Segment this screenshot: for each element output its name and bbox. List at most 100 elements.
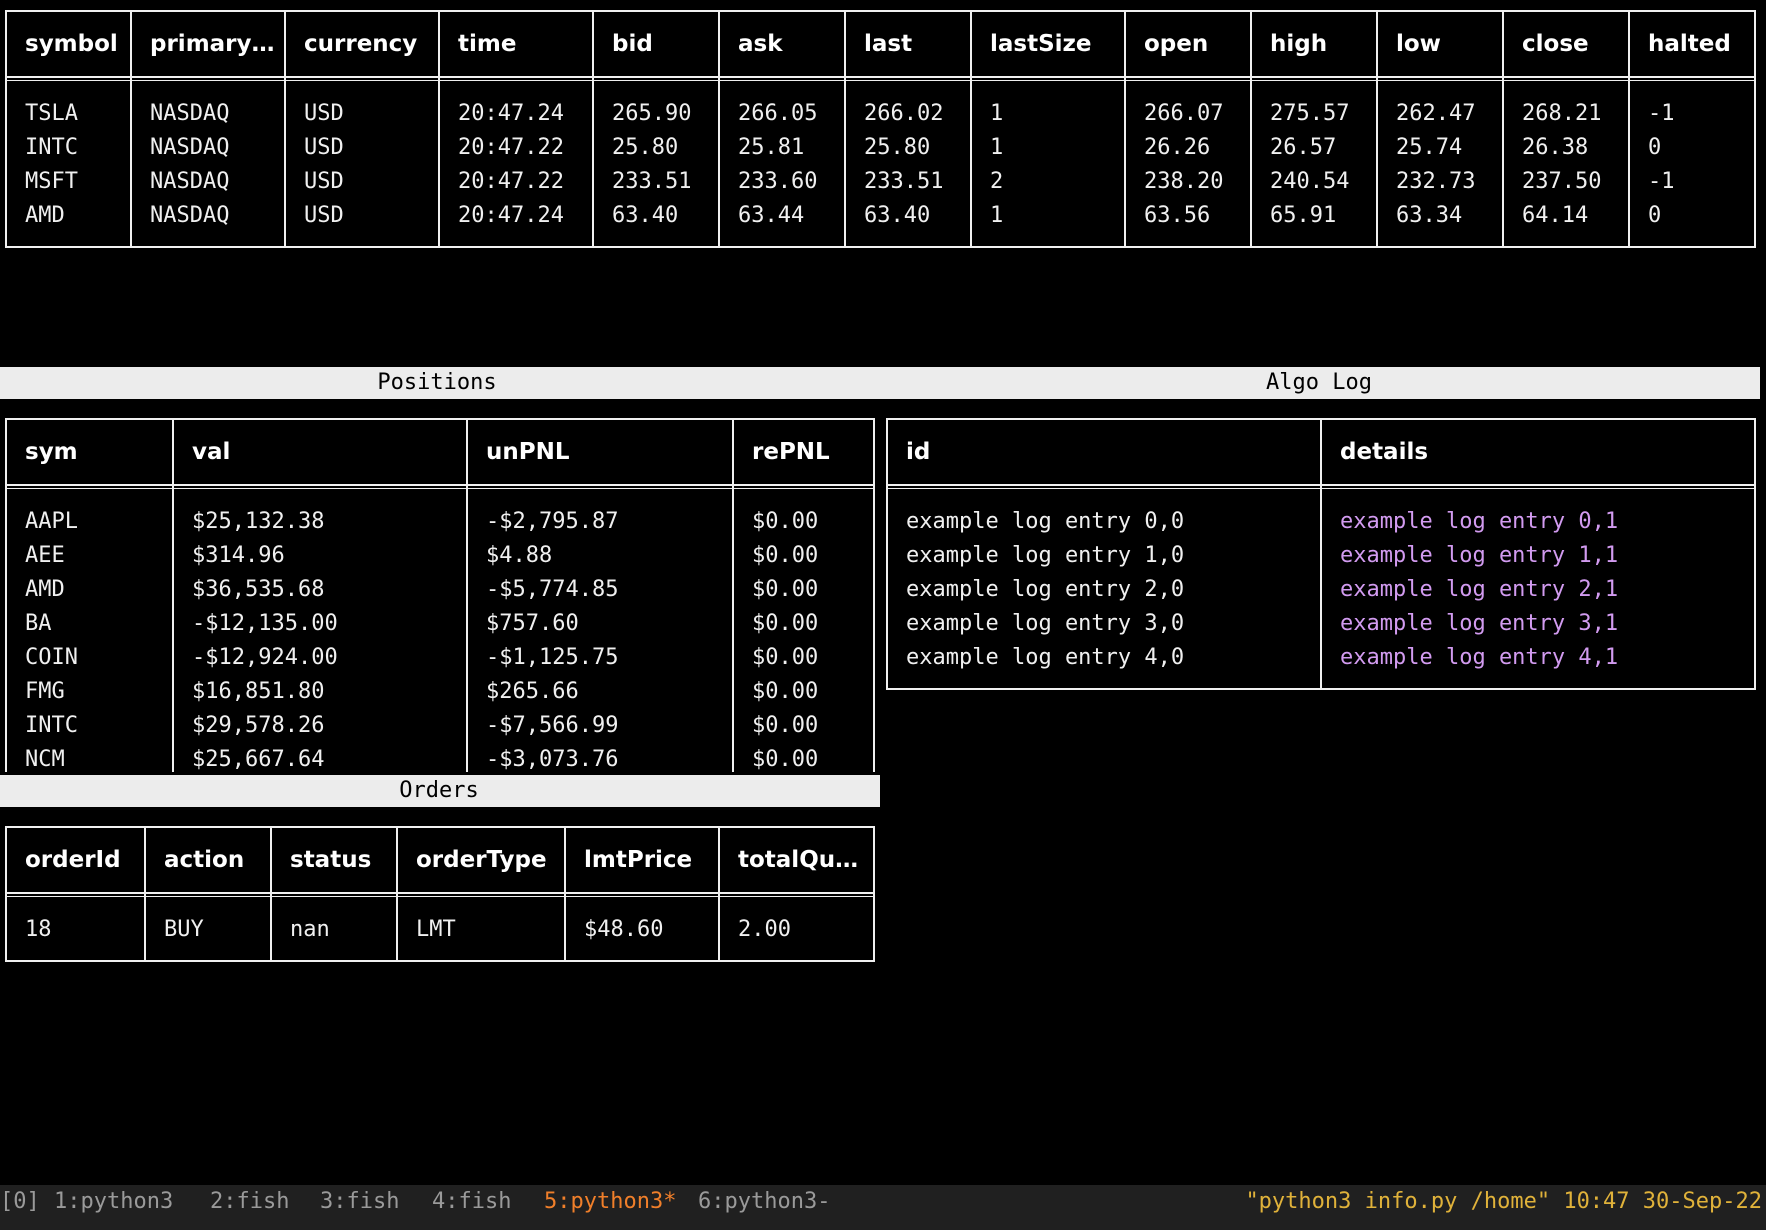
table-cell: 25.80 <box>864 135 931 160</box>
header-separator-inner <box>5 896 875 897</box>
table-cell: COIN <box>25 645 78 670</box>
table-cell: INTC <box>25 713 78 738</box>
column-divider <box>1502 10 1504 248</box>
column-header: halted <box>1648 31 1731 57</box>
table-cell: $0.00 <box>752 679 819 704</box>
table-cell: 266.02 <box>864 101 944 126</box>
table-cell: 1 <box>990 101 1004 126</box>
column-divider <box>172 418 174 772</box>
positions-title: Positions <box>0 367 880 399</box>
column-divider <box>1250 10 1252 248</box>
table-cell: NASDAQ <box>150 101 230 126</box>
table-cell: $36,535.68 <box>192 577 325 602</box>
table-cell: 262.47 <box>1396 101 1476 126</box>
table-cell: $25,132.38 <box>192 509 325 534</box>
table-cell: 232.73 <box>1396 169 1476 194</box>
bottom-border <box>5 960 875 962</box>
table-cell: 20:47.22 <box>458 169 564 194</box>
column-header: last <box>864 31 913 57</box>
tmux-window-tab[interactable]: 1:python3 <box>54 1185 173 1219</box>
table-cell: NASDAQ <box>150 203 230 228</box>
table-cell: USD <box>304 203 344 228</box>
table-cell: FMG <box>25 679 65 704</box>
tmux-window-tab[interactable]: 4:fish <box>432 1185 511 1219</box>
table-cell: -$3,073.76 <box>486 747 619 772</box>
positions-title-text: Positions <box>377 370 497 395</box>
column-divider <box>592 10 594 248</box>
table-cell: $29,578.26 <box>192 713 325 738</box>
column-header: unPNL <box>486 439 570 465</box>
table-cell: $265.66 <box>486 679 579 704</box>
top-border <box>5 826 875 828</box>
table-cell: 2.00 <box>738 917 791 942</box>
table-cell: INTC <box>25 135 78 160</box>
table-cell: TSLA <box>25 101 78 126</box>
table-cell: $0.00 <box>752 747 819 772</box>
header-separator <box>5 892 875 894</box>
table-cell: 268.21 <box>1522 101 1602 126</box>
column-divider <box>130 10 132 248</box>
header-separator <box>5 484 875 486</box>
table-cell: 2 <box>990 169 1004 194</box>
table-cell: example log entry 2,1 <box>1340 577 1619 602</box>
table-cell: 0 <box>1648 135 1662 160</box>
table-cell: 20:47.24 <box>458 203 564 228</box>
column-divider <box>466 418 468 772</box>
tmux-window-tab[interactable]: 5:python3* <box>544 1185 676 1219</box>
column-divider <box>5 10 7 248</box>
table-cell: $16,851.80 <box>192 679 325 704</box>
column-divider <box>5 418 7 772</box>
table-cell: 233.51 <box>864 169 944 194</box>
column-header: currency <box>304 31 418 57</box>
table-cell: $0.00 <box>752 577 819 602</box>
column-divider <box>873 826 875 962</box>
table-cell: BUY <box>164 917 204 942</box>
table-cell: NASDAQ <box>150 135 230 160</box>
table-cell: -$2,795.87 <box>486 509 619 534</box>
column-divider <box>1376 10 1378 248</box>
table-cell: nan <box>290 917 330 942</box>
header-separator-inner <box>5 80 1755 81</box>
column-divider <box>1628 10 1630 248</box>
table-cell: AEE <box>25 543 65 568</box>
column-divider <box>438 10 440 248</box>
table-cell: -$1,125.75 <box>486 645 619 670</box>
header-separator <box>5 76 1755 78</box>
column-divider <box>1320 418 1322 690</box>
table-cell: -$12,135.00 <box>192 611 338 636</box>
table-cell: example log entry 0,1 <box>1340 509 1619 534</box>
table-cell: 265.90 <box>612 101 692 126</box>
table-cell: 1 <box>990 135 1004 160</box>
table-cell: AMD <box>25 203 65 228</box>
table-cell: 233.51 <box>612 169 692 194</box>
table-cell: 20:47.24 <box>458 101 564 126</box>
table-cell: NCM <box>25 747 65 772</box>
tmux-window-tab[interactable]: 3:fish <box>320 1185 399 1219</box>
table-cell: -$5,774.85 <box>486 577 619 602</box>
table-cell: 25.80 <box>612 135 679 160</box>
column-divider <box>5 826 7 962</box>
algo-log-title-text: Algo Log <box>1266 370 1372 395</box>
column-header: open <box>1144 31 1209 57</box>
table-cell: 63.44 <box>738 203 805 228</box>
session-indicator: [0] <box>0 1189 40 1214</box>
column-header: primary… <box>150 31 275 57</box>
column-header: ask <box>738 31 783 57</box>
table-cell: MSFT <box>25 169 78 194</box>
column-divider <box>970 10 972 248</box>
table-cell: USD <box>304 169 344 194</box>
table-cell: 20:47.22 <box>458 135 564 160</box>
column-header: high <box>1270 31 1328 57</box>
table-cell: 26.57 <box>1270 135 1337 160</box>
table-cell: -$7,566.99 <box>486 713 619 738</box>
table-cell: $0.00 <box>752 611 819 636</box>
column-header: lmtPrice <box>584 847 693 873</box>
table-cell: 63.40 <box>612 203 679 228</box>
table-cell: 63.40 <box>864 203 931 228</box>
tmux-window-tab[interactable]: 2:fish <box>210 1185 289 1219</box>
column-header: time <box>458 31 517 57</box>
column-header: orderId <box>25 847 121 873</box>
column-header: details <box>1340 439 1429 465</box>
column-header: symbol <box>25 31 118 57</box>
tmux-window-tab[interactable]: 6:python3- <box>698 1185 830 1219</box>
